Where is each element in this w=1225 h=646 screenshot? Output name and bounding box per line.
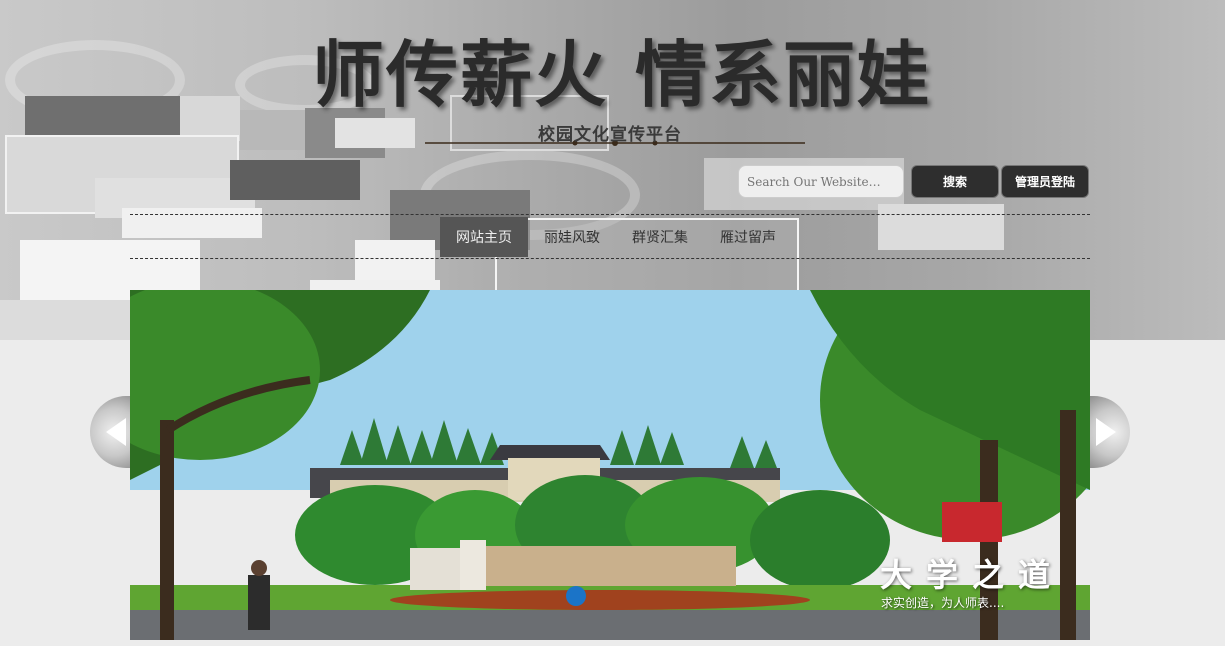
search-input[interactable] xyxy=(738,165,904,198)
search-button[interactable]: 搜索 xyxy=(911,165,999,198)
decorative-block xyxy=(230,160,360,200)
chevron-right-icon xyxy=(1096,418,1116,446)
chevron-left-icon xyxy=(106,418,126,446)
slider-next-button[interactable] xyxy=(1090,396,1130,468)
main-nav: 网站主页 丽娃风致 群贤汇集 雁过留声 xyxy=(440,217,792,257)
admin-login-button[interactable]: 管理员登陆 xyxy=(1001,165,1089,198)
site-title: 师传薪火 情系丽娃 xyxy=(312,33,932,117)
slide-caption-title: 大学之道 xyxy=(880,556,1065,594)
nav-item-liwa-scenery[interactable]: 丽娃风致 xyxy=(528,217,616,257)
nav-item-home[interactable]: 网站主页 xyxy=(440,217,528,257)
decorative-block xyxy=(240,110,310,150)
slider-prev-button[interactable] xyxy=(90,396,130,468)
nav-item-guestbook[interactable]: 雁过留声 xyxy=(704,217,792,257)
decorative-block xyxy=(355,240,435,280)
decorative-block xyxy=(878,204,1004,250)
nav-divider-bottom xyxy=(130,258,1090,259)
slide-caption-text: 求实创造，为人师表.... xyxy=(881,596,1005,610)
nav-divider-top xyxy=(130,214,1090,215)
decorative-block xyxy=(335,118,415,148)
nav-item-talents[interactable]: 群贤汇集 xyxy=(616,217,704,257)
decorative-block xyxy=(122,208,262,238)
site-subtitle: 校园文化宣传平台 xyxy=(538,125,682,145)
